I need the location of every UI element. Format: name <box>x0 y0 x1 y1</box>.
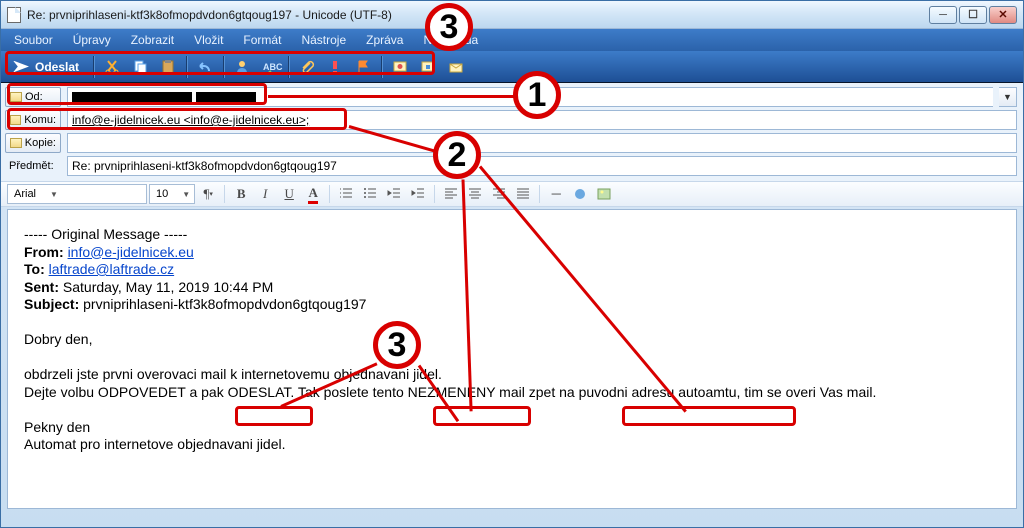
indent-icon[interactable] <box>407 184 429 204</box>
bold-icon[interactable]: B <box>230 184 252 204</box>
menu-message[interactable]: Zpráva <box>357 31 412 49</box>
from-input[interactable] <box>67 87 993 107</box>
underline-icon[interactable]: U <box>278 184 300 204</box>
minimize-button[interactable]: ─ <box>929 6 957 24</box>
redacted-icon <box>72 92 192 102</box>
outdent-icon[interactable] <box>383 184 405 204</box>
undo-icon[interactable] <box>194 56 216 78</box>
menu-view[interactable]: Zobrazit <box>122 31 183 49</box>
send-label: Odeslat <box>35 60 79 74</box>
align-center-icon[interactable] <box>464 184 486 204</box>
attach-file-icon[interactable] <box>296 56 318 78</box>
sign-icon[interactable] <box>389 56 411 78</box>
menu-help[interactable]: Nápověda <box>414 31 487 49</box>
dropdown-icon <box>10 92 22 102</box>
to-link[interactable]: laftrade@laftrade.cz <box>49 261 175 277</box>
svg-text:ABC: ABC <box>263 62 283 72</box>
subject-label: Předmět: <box>5 156 61 176</box>
subject-input[interactable] <box>67 156 1017 176</box>
priority-icon[interactable] <box>324 56 346 78</box>
window-titlebar: Re: prvniprihlaseni-ktf3k8ofmopdvdon6gtq… <box>1 1 1023 29</box>
window-title: Re: prvniprihlaseni-ktf3k8ofmopdvdon6gtq… <box>27 8 929 22</box>
close-button[interactable]: ✕ <box>989 6 1017 24</box>
from-dropdown-arrow[interactable]: ▼ <box>999 87 1017 107</box>
to-input[interactable] <box>67 110 1017 130</box>
menu-bar: Soubor Úpravy Zobrazit Vložit Formát Nás… <box>1 29 1023 51</box>
message-headers: Od: ▼ Komu: Kopie: Předmět: <box>1 83 1023 181</box>
address-book-icon <box>10 138 22 148</box>
message-body[interactable]: ----- Original Message ----- From: info@… <box>7 209 1017 509</box>
insert-image-icon[interactable] <box>593 184 615 204</box>
italic-icon[interactable]: I <box>254 184 276 204</box>
flag-icon[interactable] <box>352 56 374 78</box>
offline-icon[interactable] <box>445 56 467 78</box>
cc-input[interactable] <box>67 133 1017 153</box>
send-button[interactable]: Odeslat <box>3 57 89 77</box>
justify-icon[interactable] <box>512 184 534 204</box>
align-left-icon[interactable] <box>440 184 462 204</box>
to-label-button[interactable]: Komu: <box>5 110 61 130</box>
redacted-icon <box>196 92 256 102</box>
align-right-icon[interactable] <box>488 184 510 204</box>
cut-icon[interactable] <box>101 56 123 78</box>
hr-icon[interactable]: ─ <box>545 184 567 204</box>
bullet-list-icon[interactable] <box>359 184 381 204</box>
menu-tools[interactable]: Nástroje <box>292 31 355 49</box>
number-list-icon[interactable] <box>335 184 357 204</box>
menu-file[interactable]: Soubor <box>5 31 62 49</box>
check-names-icon[interactable] <box>231 56 253 78</box>
copy-icon[interactable] <box>129 56 151 78</box>
menu-edit[interactable]: Úpravy <box>64 31 120 49</box>
maximize-button[interactable]: ☐ <box>959 6 987 24</box>
formatting-toolbar: Arial▼ 10▼ ¶▾ B I U A ─ <box>1 181 1023 207</box>
spell-check-icon[interactable]: ABC <box>259 56 281 78</box>
font-name-select[interactable]: Arial▼ <box>7 184 147 204</box>
from-link[interactable]: info@e-jidelnicek.eu <box>68 244 194 260</box>
paste-icon[interactable] <box>157 56 179 78</box>
main-toolbar: Odeslat ABC <box>1 51 1023 83</box>
from-label-button[interactable]: Od: <box>5 87 61 107</box>
address-book-icon <box>10 115 21 125</box>
paragraph-style-icon[interactable]: ¶▾ <box>197 184 219 204</box>
menu-insert[interactable]: Vložit <box>185 31 232 49</box>
send-icon <box>13 61 29 73</box>
cc-label-button[interactable]: Kopie: <box>5 133 61 153</box>
original-message-divider: ----- Original Message ----- <box>24 226 1006 244</box>
font-size-select[interactable]: 10▼ <box>149 184 195 204</box>
font-color-icon[interactable]: A <box>302 184 324 204</box>
encrypt-icon[interactable] <box>417 56 439 78</box>
hyperlink-icon[interactable] <box>569 184 591 204</box>
document-icon <box>7 7 21 23</box>
menu-format[interactable]: Formát <box>234 31 290 49</box>
